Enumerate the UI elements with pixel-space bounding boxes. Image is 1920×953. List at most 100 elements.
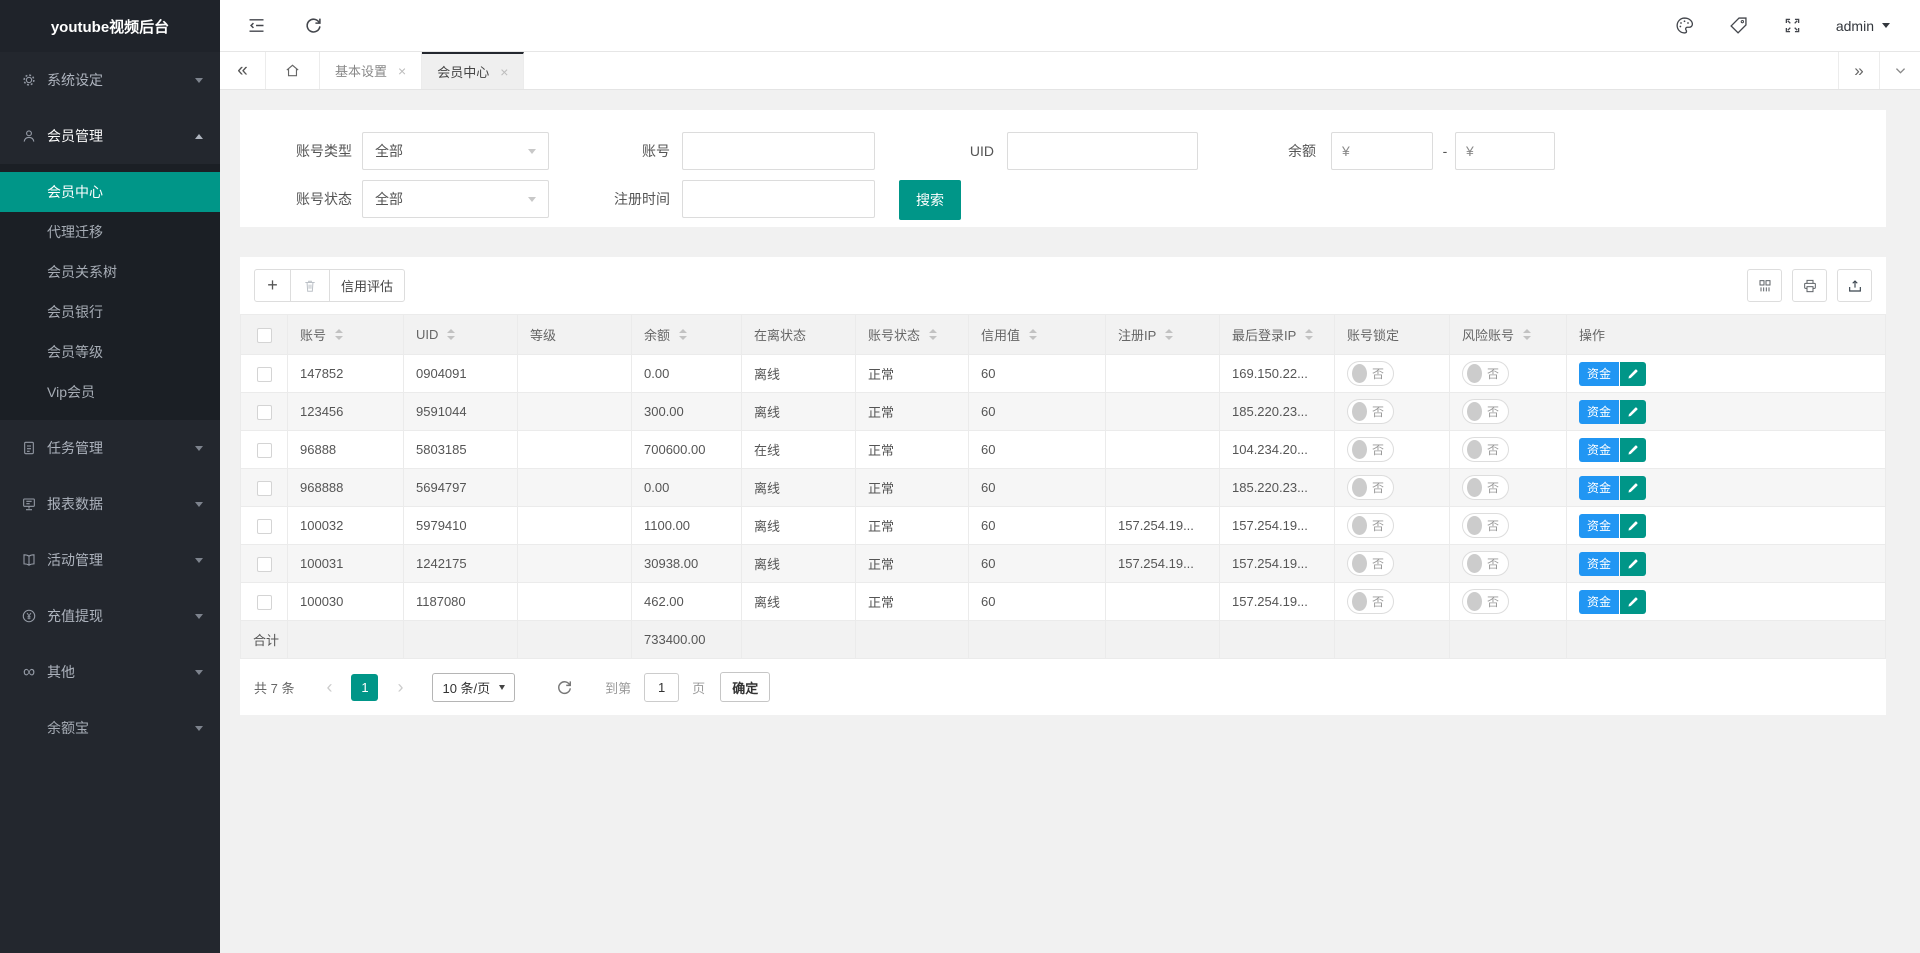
account-lock-toggle[interactable]: 否 — [1347, 513, 1394, 538]
fund-button[interactable]: 资金 — [1579, 476, 1619, 500]
sort-icon[interactable] — [335, 329, 343, 340]
risk-account-toggle[interactable]: 否 — [1462, 551, 1509, 576]
risk-account-toggle[interactable]: 否 — [1462, 513, 1509, 538]
sidebar-item-vip-member[interactable]: Vip会员 — [0, 372, 220, 412]
credit-eval-button[interactable]: 信用评估 — [329, 269, 405, 302]
row-checkbox[interactable] — [257, 443, 272, 458]
fund-button[interactable]: 资金 — [1579, 400, 1619, 424]
tabs-overflow-button[interactable]: » — [1838, 52, 1879, 89]
uid-input[interactable] — [1007, 132, 1198, 170]
fund-button[interactable]: 资金 — [1579, 362, 1619, 386]
sidebar-item-others[interactable]: ∞ 其他 — [0, 644, 220, 700]
edit-button[interactable] — [1620, 400, 1646, 424]
page-1-button[interactable]: 1 — [351, 674, 378, 701]
account-status-select[interactable]: 全部 — [362, 180, 549, 218]
sort-icon[interactable] — [679, 329, 687, 340]
sort-icon[interactable] — [1523, 329, 1531, 340]
fund-button[interactable]: 资金 — [1579, 552, 1619, 576]
account-lock-toggle[interactable]: 否 — [1347, 551, 1394, 576]
range-separator: - — [1437, 132, 1453, 170]
sidebar-item-task-management[interactable]: 任务管理 — [0, 420, 220, 476]
sort-icon[interactable] — [1029, 329, 1037, 340]
sort-icon[interactable] — [447, 329, 455, 340]
row-checkbox[interactable] — [257, 595, 272, 610]
sort-icon[interactable] — [929, 329, 937, 340]
goto-page-input[interactable] — [644, 673, 679, 702]
row-checkbox[interactable] — [257, 557, 272, 572]
tabs-menu-button[interactable] — [1879, 52, 1920, 89]
edit-button[interactable] — [1620, 590, 1646, 614]
risk-account-toggle[interactable]: 否 — [1462, 475, 1509, 500]
edit-button[interactable] — [1620, 362, 1646, 386]
risk-account-toggle[interactable]: 否 — [1462, 437, 1509, 462]
page-size-select[interactable]: 10 条/页 — [432, 673, 515, 702]
columns-icon — [1757, 278, 1773, 294]
balance-min-input[interactable] — [1331, 132, 1433, 170]
sidebar-item-member-level[interactable]: 会员等级 — [0, 332, 220, 372]
refresh-icon[interactable] — [303, 15, 324, 36]
user-menu[interactable]: admin — [1836, 18, 1890, 34]
edit-button[interactable] — [1620, 552, 1646, 576]
close-icon[interactable]: × — [398, 63, 406, 79]
pencil-icon — [1627, 444, 1639, 456]
app-title: youtube视频后台 — [0, 0, 220, 52]
topbar: admin — [220, 0, 1920, 52]
next-page-button[interactable]: › — [389, 677, 411, 698]
book-icon — [21, 552, 37, 568]
register-time-input[interactable] — [682, 180, 875, 218]
row-checkbox[interactable] — [257, 405, 272, 420]
tab-basic-settings[interactable]: 基本设置 × — [320, 52, 422, 89]
sidebar-item-activity-management[interactable]: 活动管理 — [0, 532, 220, 588]
sort-icon[interactable] — [1165, 329, 1173, 340]
print-button[interactable] — [1792, 269, 1827, 302]
sidebar-toggle-icon[interactable] — [246, 15, 267, 36]
row-checkbox[interactable] — [257, 519, 272, 534]
tag-icon[interactable] — [1728, 15, 1749, 36]
theme-palette-icon[interactable] — [1674, 15, 1695, 36]
account-lock-toggle[interactable]: 否 — [1347, 475, 1394, 500]
chevron-down-icon — [195, 726, 203, 731]
fund-button[interactable]: 资金 — [1579, 514, 1619, 538]
fund-button[interactable]: 资金 — [1579, 590, 1619, 614]
sidebar-item-report-data[interactable]: 报表数据 — [0, 476, 220, 532]
export-button[interactable] — [1837, 269, 1872, 302]
edit-button[interactable] — [1620, 514, 1646, 538]
row-checkbox[interactable] — [257, 481, 272, 496]
account-lock-toggle[interactable]: 否 — [1347, 399, 1394, 424]
sidebar-item-member-relation-tree[interactable]: 会员关系树 — [0, 252, 220, 292]
account-type-select[interactable]: 全部 — [362, 132, 549, 170]
confirm-button[interactable]: 确定 — [720, 672, 770, 702]
edit-button[interactable] — [1620, 438, 1646, 462]
sidebar-item-system-settings[interactable]: 系统设定 — [0, 52, 220, 108]
close-icon[interactable]: × — [500, 64, 508, 80]
sidebar-item-member-center[interactable]: 会员中心 — [0, 172, 220, 212]
sidebar-item-recharge-withdraw[interactable]: 充值提现 — [0, 588, 220, 644]
risk-account-toggle[interactable]: 否 — [1462, 589, 1509, 614]
refresh-icon[interactable] — [555, 678, 574, 697]
select-all-checkbox[interactable] — [257, 328, 272, 343]
risk-account-toggle[interactable]: 否 — [1462, 361, 1509, 386]
edit-button[interactable] — [1620, 476, 1646, 500]
fullscreen-icon[interactable] — [1782, 15, 1803, 36]
account-lock-toggle[interactable]: 否 — [1347, 589, 1394, 614]
search-button[interactable]: 搜索 — [899, 180, 961, 220]
sort-icon[interactable] — [1305, 329, 1313, 340]
tab-member-center[interactable]: 会员中心 × — [422, 52, 524, 89]
account-input[interactable] — [682, 132, 875, 170]
tabs-collapse-button[interactable]: « — [220, 52, 266, 89]
toggle-columns-button[interactable] — [1747, 269, 1782, 302]
sidebar-item-agent-migration[interactable]: 代理迁移 — [0, 212, 220, 252]
home-tab[interactable] — [266, 52, 320, 89]
account-lock-toggle[interactable]: 否 — [1347, 361, 1394, 386]
account-lock-toggle[interactable]: 否 — [1347, 437, 1394, 462]
risk-account-toggle[interactable]: 否 — [1462, 399, 1509, 424]
sidebar-item-member-bank[interactable]: 会员银行 — [0, 292, 220, 332]
row-checkbox[interactable] — [257, 367, 272, 382]
prev-page-button[interactable]: ‹ — [318, 677, 340, 698]
delete-button[interactable] — [290, 269, 330, 302]
fund-button[interactable]: 资金 — [1579, 438, 1619, 462]
balance-max-input[interactable] — [1455, 132, 1555, 170]
sidebar-item-yuebao[interactable]: 余额宝 — [0, 700, 220, 756]
sidebar-item-member-management[interactable]: 会员管理 — [0, 108, 220, 164]
add-button[interactable]: + — [254, 269, 291, 302]
